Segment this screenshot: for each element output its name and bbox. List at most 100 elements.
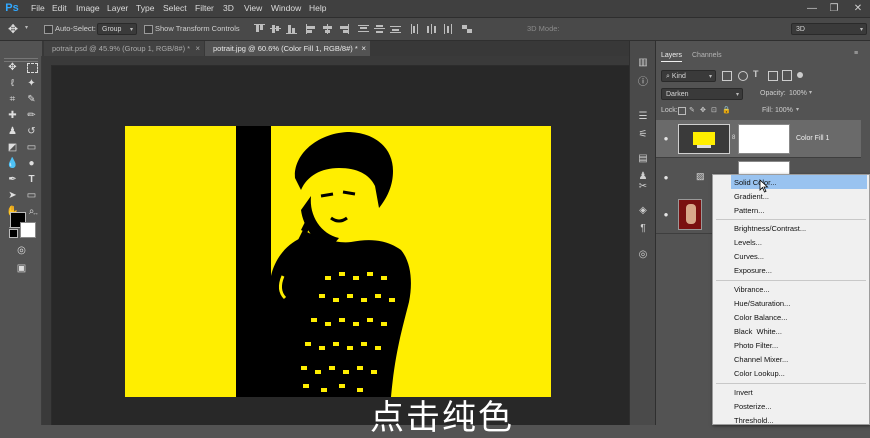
dodge-tool-icon[interactable]: ● <box>25 157 38 170</box>
align-left-icon[interactable] <box>306 24 317 34</box>
menu-item-solid-color[interactable]: Solid Color... <box>733 176 868 189</box>
libraries-panel-icon[interactable]: ◎ <box>637 249 649 261</box>
distribute-right-icon[interactable] <box>442 24 453 34</box>
distribute-center-icon[interactable] <box>374 24 385 34</box>
menu-item-photo-filter[interactable]: Photo Filter... <box>733 339 868 352</box>
move-tool-icon[interactable]: ✥ <box>6 61 19 74</box>
menu-file[interactable]: File <box>31 3 45 14</box>
tab-potrait-psd[interactable]: potrait.psd @ 45.9% (Group 1, RGB/8#) * × <box>44 41 204 56</box>
history-panel-icon[interactable]: ▥ <box>637 57 649 69</box>
auto-align-icon[interactable] <box>462 24 473 34</box>
filter-type-icon[interactable]: T <box>753 69 759 79</box>
close-tab-icon[interactable]: × <box>195 41 200 56</box>
menu-item-channel-mixer[interactable]: Channel Mixer... <box>733 353 868 366</box>
panel-menu-icon[interactable]: ≡ <box>854 50 858 57</box>
distribute-top-icon[interactable] <box>358 24 369 34</box>
lock-image-icon[interactable]: ✎ <box>689 106 695 114</box>
eraser-icon[interactable]: ◩ <box>6 141 19 154</box>
brush-panel-icon[interactable]: ▤ <box>637 153 649 165</box>
path-selection-icon[interactable]: ➤ <box>6 189 19 202</box>
menu-item-hue-saturation[interactable]: Hue/Saturation... <box>733 297 868 310</box>
fill-value[interactable]: 100% <box>775 106 793 116</box>
layer-row-color-fill[interactable]: ● 8 Color Fill 1 <box>656 120 861 158</box>
quick-mask-icon[interactable]: ◎ <box>15 244 28 257</box>
blend-mode-dropdown[interactable]: Darken ▾ <box>661 88 743 100</box>
menu-item-posterize[interactable]: Posterize... <box>733 400 868 413</box>
gradient-tool-icon[interactable]: ▭ <box>25 141 38 154</box>
layer-mask-thumbnail[interactable] <box>738 124 790 154</box>
clone-stamp-icon[interactable]: ♟ <box>6 125 19 138</box>
eye-icon[interactable]: ● <box>661 210 671 220</box>
properties-panel-icon[interactable]: ⓘ <box>637 77 649 89</box>
eye-icon[interactable]: ● <box>661 134 671 144</box>
healing-brush-icon[interactable]: ✚ <box>6 109 19 122</box>
menu-item-color-lookup[interactable]: Color Lookup... <box>733 367 868 380</box>
tab-layers[interactable]: Layers <box>661 50 683 62</box>
menu-3d[interactable]: 3D <box>223 3 234 14</box>
blur-tool-icon[interactable]: 💧 <box>6 157 19 170</box>
tool-preset-dropdown-icon[interactable]: ▾ <box>25 24 28 31</box>
layer-filter-dropdown[interactable]: ⌕ Kind ▾ <box>661 70 716 82</box>
opacity-value[interactable]: 100% <box>789 89 807 99</box>
menu-item-gradient[interactable]: Gradient... <box>733 190 868 203</box>
menu-filter[interactable]: Filter <box>195 3 214 14</box>
menu-view[interactable]: View <box>244 3 262 14</box>
opacity-dropdown-icon[interactable]: ▾ <box>809 89 812 96</box>
align-vertical-center-icon[interactable] <box>270 24 281 34</box>
align-bottom-icon[interactable] <box>286 24 297 34</box>
align-right-icon[interactable] <box>338 24 349 34</box>
menu-window[interactable]: Window <box>271 3 301 14</box>
screen-mode-icon[interactable]: ▣ <box>15 262 28 275</box>
background-color-swatch[interactable] <box>20 222 36 238</box>
eye-icon[interactable]: ● <box>661 173 671 183</box>
distribute-bottom-icon[interactable] <box>390 24 401 34</box>
type-tool-icon[interactable]: T <box>25 173 38 186</box>
auto-select-checkbox[interactable] <box>44 25 53 34</box>
lock-position-icon[interactable]: ✥ <box>700 106 706 114</box>
menu-item-curves[interactable]: Curves... <box>733 250 868 263</box>
adjustments-panel-icon[interactable]: ☰ <box>637 111 649 123</box>
rectangle-tool-icon[interactable]: ▭ <box>25 189 38 202</box>
paths-panel-icon[interactable]: ◈ <box>637 205 649 217</box>
close-tab-icon[interactable]: × <box>361 41 366 56</box>
pen-tool-icon[interactable]: ✒ <box>6 173 19 186</box>
lock-pixels-icon[interactable] <box>678 107 686 115</box>
filter-toggle-icon[interactable] <box>797 72 803 78</box>
eyedropper-icon[interactable]: ✎ <box>25 93 38 106</box>
menu-item-exposure[interactable]: Exposure... <box>733 264 868 277</box>
brush-tool-icon[interactable]: ✏ <box>25 109 38 122</box>
swap-colors-icon[interactable]: ↔ <box>32 210 39 217</box>
menu-item-levels[interactable]: Levels... <box>733 236 868 249</box>
menu-item-invert[interactable]: Invert <box>733 386 868 399</box>
lasso-tool-icon[interactable]: ℓ <box>6 77 19 90</box>
magic-wand-icon[interactable]: ✦ <box>25 77 38 90</box>
filter-shape-icon[interactable] <box>768 71 778 81</box>
fill-dropdown-icon[interactable]: ▾ <box>796 106 799 113</box>
menu-type[interactable]: Type <box>136 3 154 14</box>
default-colors-icon[interactable] <box>9 229 18 238</box>
lock-icon[interactable]: 🔒 <box>722 106 731 114</box>
menu-item-vibrance[interactable]: Vibrance... <box>733 283 868 296</box>
styles-panel-icon[interactable]: ⚟ <box>637 129 649 141</box>
filter-smart-object-icon[interactable] <box>782 70 792 81</box>
menu-item-brightness-contrast[interactable]: Brightness/Contrast... <box>733 222 868 235</box>
filter-pixel-icon[interactable] <box>722 71 732 81</box>
minimize-button[interactable]: — <box>802 2 822 15</box>
filter-adjustment-icon[interactable] <box>738 71 748 81</box>
document-canvas[interactable] <box>125 126 551 397</box>
history-brush-icon[interactable]: ↺ <box>25 125 38 138</box>
tab-channels[interactable]: Channels <box>692 50 722 61</box>
menu-edit[interactable]: Edit <box>52 3 67 14</box>
show-transform-checkbox[interactable] <box>144 25 153 34</box>
menu-layer[interactable]: Layer <box>107 3 128 14</box>
menu-item-threshold[interactable]: Threshold... <box>733 414 868 427</box>
menu-item-pattern[interactable]: Pattern... <box>733 204 868 217</box>
lock-all-icon[interactable]: ⊡ <box>711 106 717 114</box>
marquee-tool-icon[interactable] <box>27 63 38 73</box>
auto-select-dropdown[interactable]: Group ▾ <box>97 23 137 35</box>
distribute-left-icon[interactable] <box>410 24 421 34</box>
align-top-icon[interactable] <box>254 24 265 34</box>
maximize-button[interactable]: ❐ <box>824 2 844 15</box>
menu-help[interactable]: Help <box>309 3 326 14</box>
menu-item-color-balance[interactable]: Color Balance... <box>733 311 868 324</box>
